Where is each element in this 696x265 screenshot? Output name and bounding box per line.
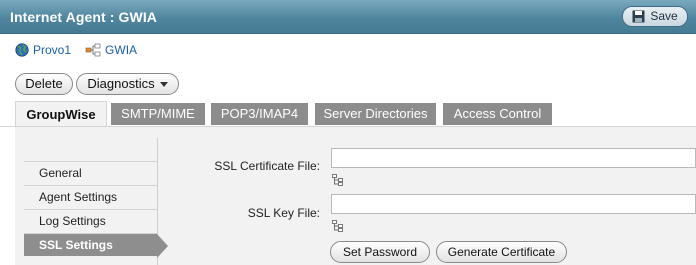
ssl-key-file-input[interactable]: [331, 194, 696, 214]
chevron-down-icon: [159, 82, 168, 87]
tab-server-directories[interactable]: Server Directories: [315, 103, 436, 125]
settings-nav: General Agent Settings Log Settings SSL …: [24, 138, 158, 265]
breadcrumb-label: Provo1: [33, 43, 72, 57]
breadcrumb-item-provo1[interactable]: Provo1: [15, 43, 71, 57]
agent-tree-icon: [85, 43, 101, 57]
ssl-key-file-label: SSL Key File:: [247, 206, 320, 220]
nav-item-general[interactable]: General: [24, 161, 157, 184]
floppy-disk-icon: [632, 10, 645, 23]
tab-strip: GroupWise SMTP/MIME POP3/IMAP4 Server Di…: [0, 101, 696, 128]
nav-item-log-settings[interactable]: Log Settings: [24, 209, 157, 232]
tab-access-control[interactable]: Access Control: [443, 103, 552, 125]
save-button-label: Save: [650, 9, 678, 23]
breadcrumb-label: GWIA: [105, 43, 138, 57]
tab-pop3-imap4[interactable]: POP3/IMAP4: [211, 103, 308, 125]
diagnostics-label: Diagnostics: [87, 76, 155, 91]
tab-smtp-mime[interactable]: SMTP/MIME: [111, 103, 205, 125]
browse-tree-icon[interactable]: [332, 174, 343, 186]
ssl-certificate-file-label: SSL Certificate File:: [214, 159, 320, 173]
generate-certificate-button[interactable]: Generate Certificate: [436, 241, 567, 263]
set-password-button[interactable]: Set Password: [330, 241, 430, 263]
save-button[interactable]: Save: [622, 6, 688, 27]
page-title: Internet Agent : GWIA: [10, 9, 158, 25]
title-bar: Internet Agent : GWIA Save: [0, 0, 696, 34]
ssl-certificate-file-input[interactable]: [331, 148, 696, 168]
active-nav-arrow: [157, 234, 168, 258]
diagnostics-dropdown-button[interactable]: Diagnostics: [76, 73, 179, 95]
nav-item-agent-settings[interactable]: Agent Settings: [24, 185, 157, 208]
tab-groupwise[interactable]: GroupWise: [15, 101, 107, 128]
breadcrumb-item-gwia[interactable]: GWIA: [85, 43, 137, 57]
browse-tree-icon[interactable]: [332, 220, 343, 232]
breadcrumb: Provo1 GWIA: [15, 42, 151, 58]
globe-icon: [15, 43, 29, 57]
nav-item-ssl-settings[interactable]: SSL Settings: [24, 233, 157, 256]
delete-button[interactable]: Delete: [15, 73, 73, 95]
